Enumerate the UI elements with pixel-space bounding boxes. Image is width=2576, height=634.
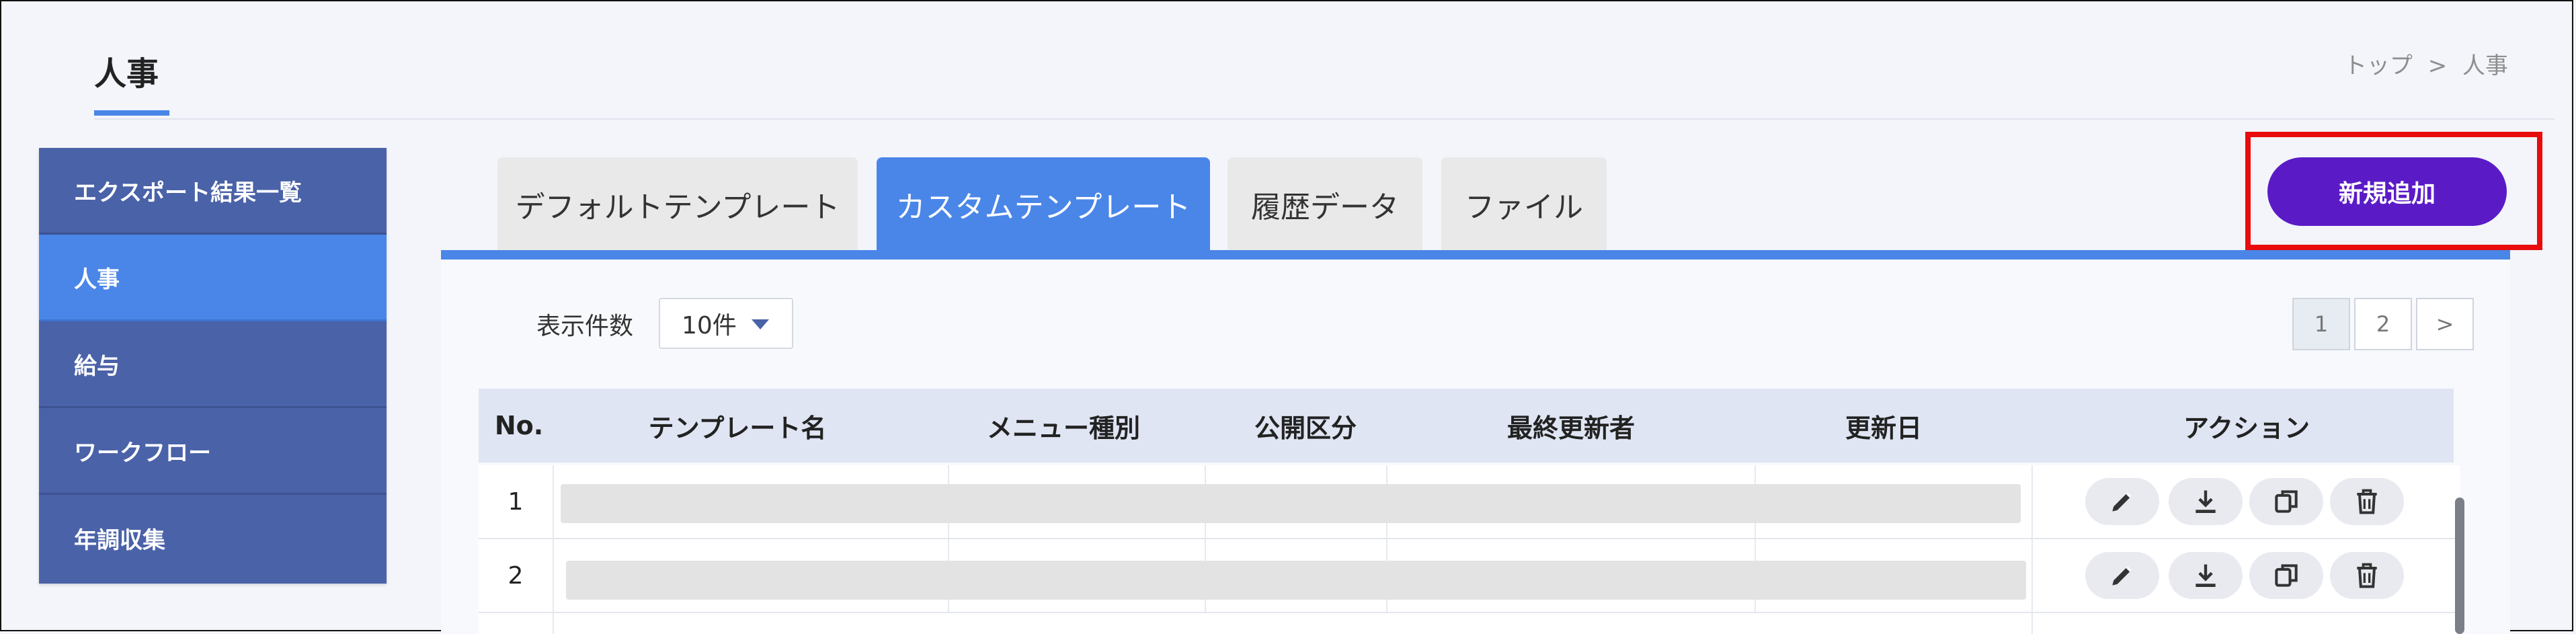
breadcrumb-home[interactable]: トップ <box>2344 52 2413 79</box>
delete-button[interactable] <box>2330 552 2404 599</box>
tab-custom-template[interactable]: カスタムテンプレート <box>877 157 1210 251</box>
column-header-no: No. <box>494 411 544 440</box>
table-row: 2 <box>479 539 2460 613</box>
download-button[interactable] <box>2169 552 2243 599</box>
row-number: 2 <box>508 561 524 590</box>
breadcrumb-separator: > <box>2427 52 2448 79</box>
sidebar-item-personnel[interactable]: 人事 <box>39 235 387 321</box>
trash-icon <box>2357 563 2377 588</box>
display-count-value: 10件 <box>682 312 737 340</box>
display-count-select[interactable]: 10件 <box>659 298 793 349</box>
pagination-page-2[interactable]: 2 <box>2354 298 2412 350</box>
table-row: 1 <box>479 465 2460 539</box>
table-row <box>479 613 2460 634</box>
download-button[interactable] <box>2169 478 2243 525</box>
breadcrumb-current: 人事 <box>2462 52 2508 79</box>
column-divider <box>2031 465 2033 538</box>
column-header-menu-type: メニュー種別 <box>986 413 1140 443</box>
sidebar-item-label: エクスポート結果一覧 <box>74 179 302 206</box>
copy-button[interactable] <box>2249 478 2323 525</box>
column-header-actions: アクション <box>2183 413 2310 443</box>
column-divider <box>553 539 554 612</box>
tab-label: デフォルトテンプレート <box>515 190 840 225</box>
column-divider <box>2031 539 2033 612</box>
redacted-content <box>561 484 2021 523</box>
pagination-next[interactable]: > <box>2416 298 2474 350</box>
breadcrumb: トップ > 人事 <box>2340 47 2512 80</box>
title-underline <box>94 110 169 116</box>
add-new-button[interactable]: 新規追加 <box>2267 157 2507 226</box>
sidebar-item-label: 人事 <box>74 266 120 293</box>
column-header-updated-date: 更新日 <box>1845 413 1922 443</box>
sidebar-item-label: ワークフロー <box>74 439 211 467</box>
copy-icon <box>2275 564 2298 587</box>
column-divider <box>553 465 554 538</box>
copy-button[interactable] <box>2249 552 2323 599</box>
delete-button[interactable] <box>2330 478 2404 525</box>
caret-down-icon <box>752 319 769 329</box>
copy-icon <box>2275 490 2298 513</box>
table-scrollbar[interactable] <box>2455 498 2464 634</box>
redacted-content <box>566 561 2026 600</box>
tab-label: カスタムテンプレート <box>895 190 1191 225</box>
display-count-label: 表示件数 <box>536 313 634 340</box>
column-header-visibility: 公開区分 <box>1254 413 1357 443</box>
table-header: No. テンプレート名 メニュー種別 公開区分 最終更新者 更新日 アクション <box>479 389 2454 463</box>
sidebar-item-export-results[interactable]: エクスポート結果一覧 <box>39 148 387 235</box>
tab-history-data[interactable]: 履歴データ <box>1227 157 1422 251</box>
sidebar-item-payroll[interactable]: 給与 <box>39 321 387 408</box>
row-number: 1 <box>508 487 524 516</box>
trash-icon <box>2357 489 2377 514</box>
sidebar-item-year-end-collection[interactable]: 年調収集 <box>39 495 387 582</box>
download-icon <box>2196 564 2216 588</box>
sidebar: エクスポート結果一覧 人事 給与 ワークフロー 年調収集 <box>39 148 387 584</box>
pagination-page-1[interactable]: 1 <box>2292 298 2350 350</box>
sidebar-item-workflow[interactable]: ワークフロー <box>39 408 387 495</box>
download-icon <box>2196 490 2216 514</box>
edit-button[interactable] <box>2085 552 2159 599</box>
sidebar-item-label: 年調収集 <box>74 527 165 554</box>
page-header: 人事 トップ > 人事 <box>0 0 2576 120</box>
column-divider <box>2031 613 2033 634</box>
header-divider <box>94 118 2554 120</box>
pencil-icon <box>2112 566 2132 586</box>
tab-default-template[interactable]: デフォルトテンプレート <box>497 157 858 251</box>
tab-label: ファイル <box>1465 190 1583 225</box>
pencil-icon <box>2112 492 2132 512</box>
sidebar-item-label: 給与 <box>74 352 120 380</box>
column-header-template-name: テンプレート名 <box>648 413 827 443</box>
tab-label: 履歴データ <box>1251 190 1399 225</box>
column-header-last-updated-by: 最終更新者 <box>1506 413 1635 443</box>
tab-file[interactable]: ファイル <box>1441 157 1607 251</box>
edit-button[interactable] <box>2085 478 2159 525</box>
page-title: 人事 <box>94 55 159 93</box>
column-divider <box>553 613 554 634</box>
